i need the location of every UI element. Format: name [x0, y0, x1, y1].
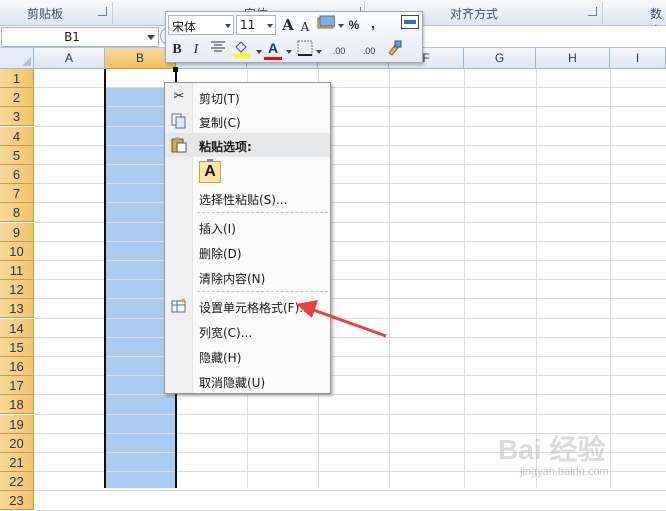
- menu-item-cut[interactable]: ✂ 剪切(T): [165, 85, 330, 109]
- name-box-value: B1: [64, 30, 80, 44]
- ribbon-group-alignment: 对齐方式: [450, 7, 499, 21]
- font-color-icon[interactable]: A: [264, 38, 282, 58]
- annotation-arrow-icon: [296, 300, 387, 338]
- menu-item-label: 删除(D): [199, 247, 242, 261]
- ribbon-separator: [112, 2, 113, 24]
- chevron-down-icon[interactable]: [225, 24, 231, 28]
- row-header[interactable]: 3: [0, 107, 34, 126]
- row-header[interactable]: 23: [0, 491, 34, 510]
- chevron-down-icon[interactable]: [256, 50, 262, 54]
- font-name-value: 宋体: [172, 20, 197, 34]
- percent-style-button[interactable]: %: [346, 15, 362, 35]
- copy-icon: [171, 113, 187, 129]
- row-header[interactable]: 4: [0, 127, 34, 146]
- row-header[interactable]: 21: [0, 453, 34, 472]
- row-header[interactable]: 22: [0, 472, 34, 491]
- name-box[interactable]: B1: [1, 27, 159, 47]
- menu-item-clear-contents[interactable]: 清除内容(N): [165, 265, 330, 289]
- menu-item-label: 插入(I): [199, 222, 236, 236]
- ribbon-separator: [602, 2, 603, 24]
- menu-item-unhide[interactable]: 取消隐藏(U): [165, 369, 330, 393]
- row-header[interactable]: 10: [0, 242, 34, 261]
- menu-item-label: 取消隐藏(U): [199, 376, 266, 390]
- menu-item-label: 粘贴选项:: [199, 140, 252, 154]
- grid-line: [34, 490, 666, 491]
- ribbon-group-clipboard: 剪贴板: [27, 7, 64, 21]
- font-size-box[interactable]: 11: [236, 15, 276, 35]
- mini-toolbar: 宋体 11 A A % , B I A .00 .00: [165, 11, 423, 63]
- column-header-g[interactable]: G: [464, 48, 536, 69]
- borders-icon[interactable]: [296, 40, 314, 60]
- bold-button[interactable]: B: [169, 40, 185, 60]
- format-cells-icon: [171, 298, 187, 314]
- grow-font-icon[interactable]: A: [280, 15, 296, 35]
- menu-item-label: 清除内容(N): [199, 272, 266, 286]
- menu-separator: [197, 212, 328, 213]
- row-header[interactable]: 19: [0, 415, 34, 434]
- italic-button[interactable]: I: [189, 40, 203, 60]
- menu-item-insert[interactable]: 插入(I): [165, 215, 330, 239]
- watermark-logo: Bai 经验: [498, 434, 606, 465]
- clipboard-clip-icon: [207, 159, 213, 162]
- fill-color-icon[interactable]: [232, 40, 252, 60]
- row-header[interactable]: 14: [0, 319, 34, 338]
- row-header[interactable]: 9: [0, 223, 34, 242]
- row-header[interactable]: 12: [0, 280, 34, 299]
- row-header[interactable]: 5: [0, 146, 34, 165]
- paste-option-keep-text[interactable]: A: [199, 159, 221, 183]
- menu-item-copy[interactable]: 复制(C): [165, 109, 330, 133]
- menu-item-label: 选择性粘贴(S)...: [199, 193, 288, 207]
- select-all-corner[interactable]: [0, 48, 34, 69]
- decrease-decimal-button[interactable]: .00: [356, 41, 382, 61]
- chevron-down-icon[interactable]: [286, 50, 292, 54]
- chevron-down-icon[interactable]: [147, 35, 155, 40]
- fill-handle[interactable]: [173, 67, 178, 72]
- row-header[interactable]: 20: [0, 434, 34, 453]
- row-header[interactable]: 17: [0, 376, 34, 395]
- increase-decimal-button[interactable]: .00: [326, 41, 352, 61]
- chevron-down-icon[interactable]: [267, 24, 273, 28]
- paste-option-letter: A: [204, 163, 216, 180]
- font-color-swatch: [264, 57, 282, 60]
- row-header[interactable]: 18: [0, 395, 34, 414]
- row-header[interactable]: 1: [0, 69, 34, 88]
- row-header[interactable]: 8: [0, 203, 34, 222]
- menu-item-label: 列宽(C)...: [199, 326, 253, 340]
- format-painter-icon[interactable]: [384, 40, 404, 60]
- column-header-a[interactable]: A: [34, 48, 105, 69]
- font-name-box[interactable]: 宋体: [168, 15, 234, 35]
- merge-center-icon[interactable]: [400, 15, 420, 35]
- select-all-triangle-icon: [22, 57, 31, 66]
- menu-item-label: 隐藏(H): [199, 351, 242, 365]
- row-header[interactable]: 16: [0, 357, 34, 376]
- chevron-down-icon[interactable]: [338, 24, 344, 28]
- row-header[interactable]: 11: [0, 261, 34, 280]
- alignment-launcher-icon[interactable]: [588, 7, 597, 16]
- comma-style-button[interactable]: ,: [366, 13, 380, 33]
- menu-item-paste-options: 粘贴选项:: [165, 133, 330, 157]
- row-header[interactable]: 7: [0, 184, 34, 203]
- chevron-down-icon[interactable]: [316, 50, 322, 54]
- clipboard-launcher-icon[interactable]: [98, 7, 107, 16]
- shrink-font-icon[interactable]: A: [298, 17, 312, 37]
- row-header[interactable]: 6: [0, 165, 34, 184]
- context-menu: ✂ 剪切(T) 复制(C) 粘贴选项: A 选择性粘贴(S)... 插入(I) …: [164, 82, 331, 394]
- row-header[interactable]: 13: [0, 299, 34, 318]
- menu-item-delete[interactable]: 删除(D): [165, 240, 330, 264]
- row-header[interactable]: 2: [0, 88, 34, 107]
- row-header[interactable]: 15: [0, 338, 34, 357]
- watermark: Bai 经验 jingyan.baidu.com: [498, 428, 658, 486]
- paste-icon: [171, 137, 187, 153]
- column-header-i[interactable]: I: [610, 48, 666, 69]
- menu-item-hide[interactable]: 隐藏(H): [165, 344, 330, 368]
- align-center-icon[interactable]: [208, 40, 228, 60]
- column-header-h[interactable]: H: [536, 48, 610, 69]
- scissors-icon: ✂: [173, 89, 185, 104]
- menu-item-label: 复制(C): [199, 116, 241, 130]
- menu-item-paste-special[interactable]: 选择性粘贴(S)...: [165, 186, 330, 210]
- font-size-value: 11: [240, 18, 256, 32]
- currency-format-icon[interactable]: [316, 15, 336, 35]
- menu-item-label: 剪切(T): [199, 92, 240, 106]
- watermark-url: jingyan.baidu.com: [520, 466, 609, 478]
